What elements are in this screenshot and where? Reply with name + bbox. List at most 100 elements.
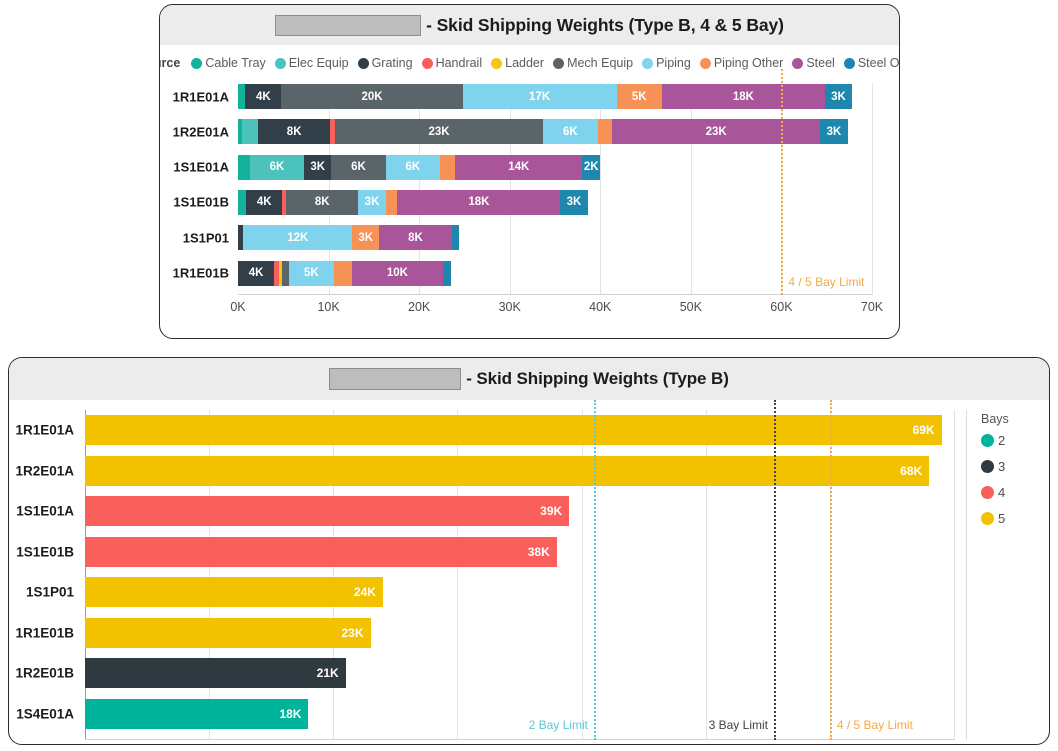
legend-swatch-icon <box>981 460 994 473</box>
chart1-segment-mech-equip[interactable]: 6K <box>331 154 386 180</box>
source-legend-item-grating[interactable]: Grating <box>357 56 413 70</box>
chart2-bar-1r1e01b[interactable]: 23K <box>85 617 371 648</box>
bays-legend-item-2[interactable]: 2 <box>981 433 1009 448</box>
bays-legend-item-4[interactable]: 4 <box>981 485 1009 500</box>
chart2-category-label: 1S1E01A <box>16 503 74 519</box>
chart2-category-label: 1R1E01A <box>15 422 74 438</box>
source-legend-title: Source <box>160 56 181 70</box>
chart2-limit-line-0 <box>593 400 596 740</box>
chart1-segment-steel[interactable]: 23K <box>612 119 821 145</box>
bays-legend-item-3[interactable]: 3 <box>981 459 1009 474</box>
chart1-bar-row: 1R2E01A 8K 23K 6K 23K 3K <box>173 119 872 145</box>
source-legend-item-steel-other[interactable]: Steel Other <box>843 56 899 70</box>
chart2-bar-value-label: 39K <box>540 504 563 518</box>
source-legend-item-elec-equip[interactable]: Elec Equip <box>274 56 349 70</box>
chart2-bar-1r1e01a[interactable]: 69K <box>85 415 942 445</box>
chart1-segment-piping-other[interactable]: 3K <box>352 225 380 251</box>
chart2-category-label: 1R1E01B <box>15 625 74 640</box>
legend-swatch-icon <box>191 57 203 69</box>
chart1-segment-elec-equip[interactable] <box>241 119 258 145</box>
chart1-segment-steel-other[interactable]: 3K <box>824 84 853 109</box>
chart1-segment-steel-other[interactable]: 2K <box>582 154 601 180</box>
chart1-segment-steel[interactable]: 8K <box>379 225 452 251</box>
chart1-segment-grating[interactable]: 8K <box>257 119 331 145</box>
chart1-segment-grating[interactable]: 4K <box>245 84 282 109</box>
chart2-bar-1s1e01b[interactable]: 38K <box>85 536 557 567</box>
chart2-bar-value-label: 18K <box>279 706 302 721</box>
chart1-segment-piping[interactable]: 6K <box>543 119 598 145</box>
bays-legend-item-5[interactable]: 5 <box>981 511 1009 526</box>
chart1-segment-mech-equip[interactable]: 8K <box>286 189 359 215</box>
chart1-segment-steel[interactable]: 10K <box>352 260 443 286</box>
chart1-segment-piping[interactable]: 6K <box>385 154 440 180</box>
chart1-segment-grating[interactable]: 4K <box>246 189 283 215</box>
source-legend-item-label: Grating <box>371 56 413 70</box>
source-legend-item-cable-tray[interactable]: Cable Tray <box>191 56 266 70</box>
chart2-bar-1s1p01[interactable]: 24K <box>85 577 383 607</box>
chart1-segment-elec-equip[interactable]: 6K <box>249 154 305 180</box>
bays-legend-item-label: 4 <box>998 485 1006 500</box>
legend-divider <box>966 410 967 740</box>
chart1-segment-piping[interactable]: 12K <box>243 225 353 251</box>
chart1-segment-label: 23K <box>705 125 727 138</box>
chart1-segment-label: 3K <box>364 196 380 209</box>
chart2-category-label: 1S4E01A <box>16 706 74 721</box>
source-legend-item-label: Piping Other <box>713 56 784 70</box>
chart1-segment-steel[interactable]: 18K <box>397 189 561 215</box>
chart1-segment-steel-other[interactable] <box>451 225 459 251</box>
chart1-bar-row: 1S1P01 12K 3K 8K <box>183 225 872 251</box>
chart1-segment-label: 18K <box>468 196 490 209</box>
chart1-segment-label: 14K <box>508 161 530 174</box>
source-legend-item-ladder[interactable]: Ladder <box>491 56 544 70</box>
chart1-segment-grating[interactable]: 4K <box>238 260 275 286</box>
source-legend-item-mech-equip[interactable]: Mech Equip <box>553 56 633 70</box>
chart1-segment-steel-other[interactable]: 3K <box>820 119 848 145</box>
chart1-x-axis-line <box>238 294 872 295</box>
chart1-segment-cable-tray[interactable] <box>238 84 246 109</box>
chart1-segment-cable-tray[interactable] <box>238 154 250 180</box>
chart1-segment-steel-other[interactable] <box>442 260 451 286</box>
chart1-segment-piping-other[interactable] <box>334 260 353 286</box>
chart1-segment-grating[interactable]: 3K <box>304 154 332 180</box>
chart1-segment-steel-other[interactable]: 3K <box>560 189 588 215</box>
chart1-segment-mech-equip[interactable]: 23K <box>334 119 544 145</box>
chart2-bar-1r2e01b[interactable]: 21K <box>85 658 346 688</box>
chart1-segment-mech-equip[interactable]: 20K <box>281 84 463 109</box>
chart1-segment-steel[interactable]: 18K <box>661 84 825 109</box>
source-legend: Source Cable Tray Elec Equip Grating Handra… <box>160 51 899 75</box>
legend-swatch-icon <box>981 512 994 525</box>
chart2-bar-row: 1R2E01A 68K <box>15 455 954 486</box>
chart1-segment-piping[interactable]: 5K <box>288 260 334 286</box>
chart2-x-tick: 50K <box>695 740 717 744</box>
source-legend-item-handrail[interactable]: Handrail <box>421 56 482 70</box>
chart1-segment-label: 18K <box>732 90 754 103</box>
chart1-segment-piping-other[interactable] <box>385 189 398 215</box>
legend-swatch-icon <box>792 57 804 69</box>
chart1-segment-piping-other[interactable] <box>439 154 456 180</box>
chart1-segment-steel[interactable]: 14K <box>455 154 583 180</box>
chart2-bar-value-label: 21K <box>316 666 339 680</box>
chart2-bar-1s1e01a[interactable]: 39K <box>85 496 570 526</box>
source-legend-item-steel[interactable]: Steel <box>792 56 835 70</box>
chart1-segment-cable-tray[interactable] <box>238 189 247 215</box>
source-legend-item-label: Cable Tray <box>205 56 266 70</box>
chart1-segment-label: 4K <box>255 90 271 103</box>
chart1-title: - Skid Shipping Weights (Type B, 4 & 5 B… <box>426 14 784 35</box>
source-legend-item-piping[interactable]: Piping <box>642 56 691 70</box>
chart1-segment-piping-other[interactable]: 5K <box>616 84 662 109</box>
chart2-bar-1s4e01a[interactable]: 18K <box>85 698 309 729</box>
chart-card-type-b: - Skid Shipping Weights (Type B) 0K 10K 20… <box>8 357 1050 745</box>
chart2-x-tick: 30K <box>446 740 468 744</box>
source-legend-item-piping-other[interactable]: Piping Other <box>699 56 784 70</box>
chart1-category-label: 1S1P01 <box>182 230 229 246</box>
chart1-segment-label: 8K <box>286 125 302 138</box>
chart2-bar-1r2e01a[interactable]: 68K <box>85 455 930 486</box>
chart1-segment-piping[interactable]: 3K <box>358 189 386 215</box>
chart1-segment-piping-other[interactable] <box>597 119 613 145</box>
chart1-segment-label: 3K <box>310 161 326 174</box>
chart1-bar-row: 1R1E01B 4K 5K 10K <box>173 260 872 286</box>
chart1-segment-piping[interactable]: 17K <box>462 84 617 109</box>
chart1-segment-label: 6K <box>405 161 421 174</box>
chart2-limit-label-1: 3 Bay Limit <box>708 718 768 732</box>
chart1-segment-label: 4K <box>256 196 272 209</box>
